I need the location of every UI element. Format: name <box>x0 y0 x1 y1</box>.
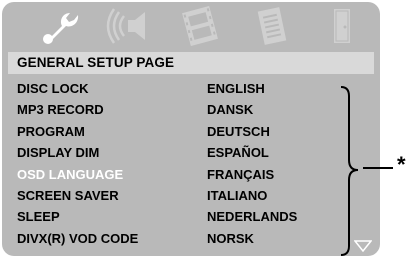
page-header: GENERAL SETUP PAGE <box>8 52 374 74</box>
option-dansk[interactable]: DANSK <box>207 99 337 120</box>
menu-item-osd-language[interactable]: OSD LANGUAGE <box>8 164 203 185</box>
menu-item-screen-saver[interactable]: SCREEN SAVER <box>8 185 203 206</box>
menu-item-sleep[interactable]: SLEEP <box>8 206 203 227</box>
film-icon <box>182 5 218 47</box>
language-options-list: ENGLISH DANSK DEUTSCH ESPAÑOL FRANÇAIS I… <box>207 78 337 249</box>
scroll-down-icon[interactable] <box>354 240 372 252</box>
option-english[interactable]: ENGLISH <box>207 78 337 99</box>
options-bracket <box>340 86 359 256</box>
video-setup-tab[interactable] <box>172 5 228 47</box>
menu-item-divx-vod-code[interactable]: DIVX(R) VOD CODE <box>8 228 203 249</box>
page-title: GENERAL SETUP PAGE <box>17 55 175 70</box>
option-deutsch[interactable]: DEUTSCH <box>207 121 337 142</box>
menu-item-display-dim[interactable]: DISPLAY DIM <box>8 142 203 163</box>
wrench-icon <box>43 13 79 44</box>
option-espanol[interactable]: ESPAÑOL <box>207 142 337 163</box>
speaker-icon <box>106 8 145 44</box>
menu-item-mp3-record[interactable]: MP3 RECORD <box>8 99 203 120</box>
settings-list: DISC LOCK MP3 RECORD PROGRAM DISPLAY DIM… <box>8 78 203 249</box>
door-icon <box>334 9 350 43</box>
option-italiano[interactable]: ITALIANO <box>207 185 337 206</box>
preference-tab[interactable] <box>244 6 300 46</box>
option-norsk[interactable]: NORSK <box>207 228 337 249</box>
callout-line <box>363 167 393 169</box>
option-francais[interactable]: FRANÇAIS <box>207 164 337 185</box>
audio-setup-tab[interactable] <box>102 6 158 46</box>
menu-item-disc-lock[interactable]: DISC LOCK <box>8 78 203 99</box>
exit-tab[interactable] <box>314 6 370 46</box>
document-icon <box>257 7 287 45</box>
setup-tabs-bar <box>2 2 380 48</box>
callout-marker: * <box>397 152 406 177</box>
setup-menu-panel: GENERAL SETUP PAGE DISC LOCK MP3 RECORD … <box>2 2 380 256</box>
menu-item-program[interactable]: PROGRAM <box>8 121 203 142</box>
general-setup-tab[interactable] <box>32 6 88 46</box>
option-nederlands[interactable]: NEDERLANDS <box>207 206 337 227</box>
